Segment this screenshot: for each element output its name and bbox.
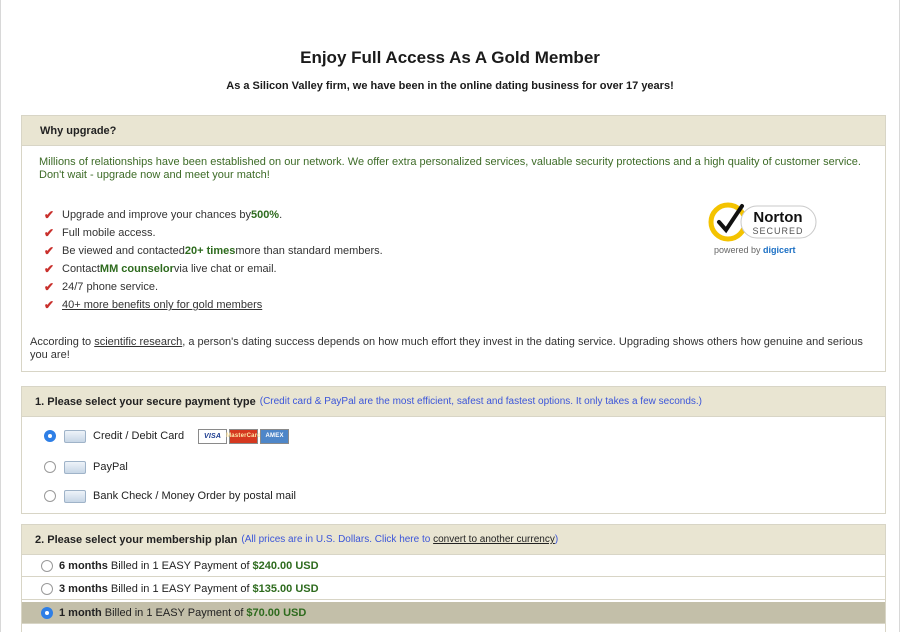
research-text: According to scientific research, a pers… [30, 336, 863, 361]
payment-type-panel: 1. Please select your secure payment typ… [21, 386, 886, 514]
card-logos: VISA MasterCard AMEX [198, 428, 291, 444]
radio-button[interactable] [41, 606, 53, 619]
why-upgrade-panel: Why upgrade? Millions of relationships h… [21, 115, 886, 372]
benefit-item: ✔ 24/7 phone service. [44, 280, 159, 294]
check-icon: ✔ [44, 298, 55, 312]
mastercard-icon: MasterCard [226, 428, 261, 444]
membership-plan-panel: 2. Please select your membership plan (A… [21, 524, 886, 632]
bank-check-icon [64, 489, 86, 503]
payment-hint: (Credit card & PayPal are the most effic… [259, 396, 702, 407]
more-benefits-link[interactable]: 40+ more benefits only for gold members [62, 299, 262, 311]
payment-heading: 1. Please select your secure payment typ… [22, 387, 885, 417]
radio-button[interactable] [41, 559, 53, 572]
plan-heading: 2. Please select your membership plan (A… [22, 525, 885, 555]
page-subtitle: As a Silicon Valley firm, we have been i… [226, 80, 674, 92]
scientific-research-link[interactable]: scientific research [94, 336, 182, 348]
radio-button[interactable] [44, 490, 56, 502]
benefit-item: ✔ 40+ more benefits only for gold members [44, 296, 383, 314]
svg-text:powered by digicert: powered by digicert [714, 245, 796, 255]
plan-option-3-months[interactable]: 3 months Billed in 1 EASY Payment of $13… [22, 578, 885, 600]
check-icon: ✔ [44, 280, 55, 294]
norton-secured-badge[interactable]: Norton SECURED powered by digicert [708, 200, 818, 258]
plan-option-6-months[interactable]: 6 months Billed in 1 EASY Payment of $24… [22, 555, 885, 577]
plan-hint: (All prices are in U.S. Dollars. Click h… [241, 534, 559, 545]
radio-button[interactable] [44, 461, 56, 473]
page-title: Enjoy Full Access As A Gold Member [300, 48, 600, 67]
badge-sub: SECURED [752, 226, 803, 236]
payment-option-check[interactable]: Bank Check / Money Order by postal mail [44, 487, 296, 505]
radio-button[interactable] [41, 582, 53, 595]
payment-option-paypal[interactable]: PayPal [44, 458, 128, 476]
benefit-item: ✔ Contact MM counselor via live chat or e… [44, 262, 277, 276]
why-upgrade-heading: Why upgrade? [22, 116, 885, 146]
badge-name: Norton [753, 209, 802, 226]
badge-powered: powered by [714, 245, 763, 255]
amex-icon: AMEX [260, 428, 290, 444]
check-icon: ✔ [44, 262, 55, 276]
check-icon: ✔ [44, 226, 55, 240]
check-icon: ✔ [44, 208, 55, 222]
payment-option-card[interactable]: Credit / Debit Card VISA MasterCard AMEX [44, 427, 291, 445]
credit-card-icon [64, 429, 86, 443]
check-icon: ✔ [44, 244, 55, 258]
paypal-icon [64, 460, 86, 474]
convert-currency-link[interactable]: convert to another currency [433, 534, 555, 545]
visa-icon: VISA [198, 428, 228, 444]
benefits-list: ✔ Upgrade and improve your chances by 500… [44, 206, 383, 314]
benefit-item: ✔ Upgrade and improve your chances by 500… [44, 208, 283, 222]
plan-option-1-month[interactable]: 1 month Billed in 1 EASY Payment of $70.… [22, 602, 885, 624]
why-intro-text: Millions of relationships have been esta… [39, 156, 861, 181]
radio-button[interactable] [44, 430, 56, 442]
benefit-item: ✔ Full mobile access. [44, 226, 156, 240]
benefit-item: ✔ Be viewed and contacted 20+ times more … [44, 244, 383, 258]
badge-brand: digicert [763, 245, 796, 255]
